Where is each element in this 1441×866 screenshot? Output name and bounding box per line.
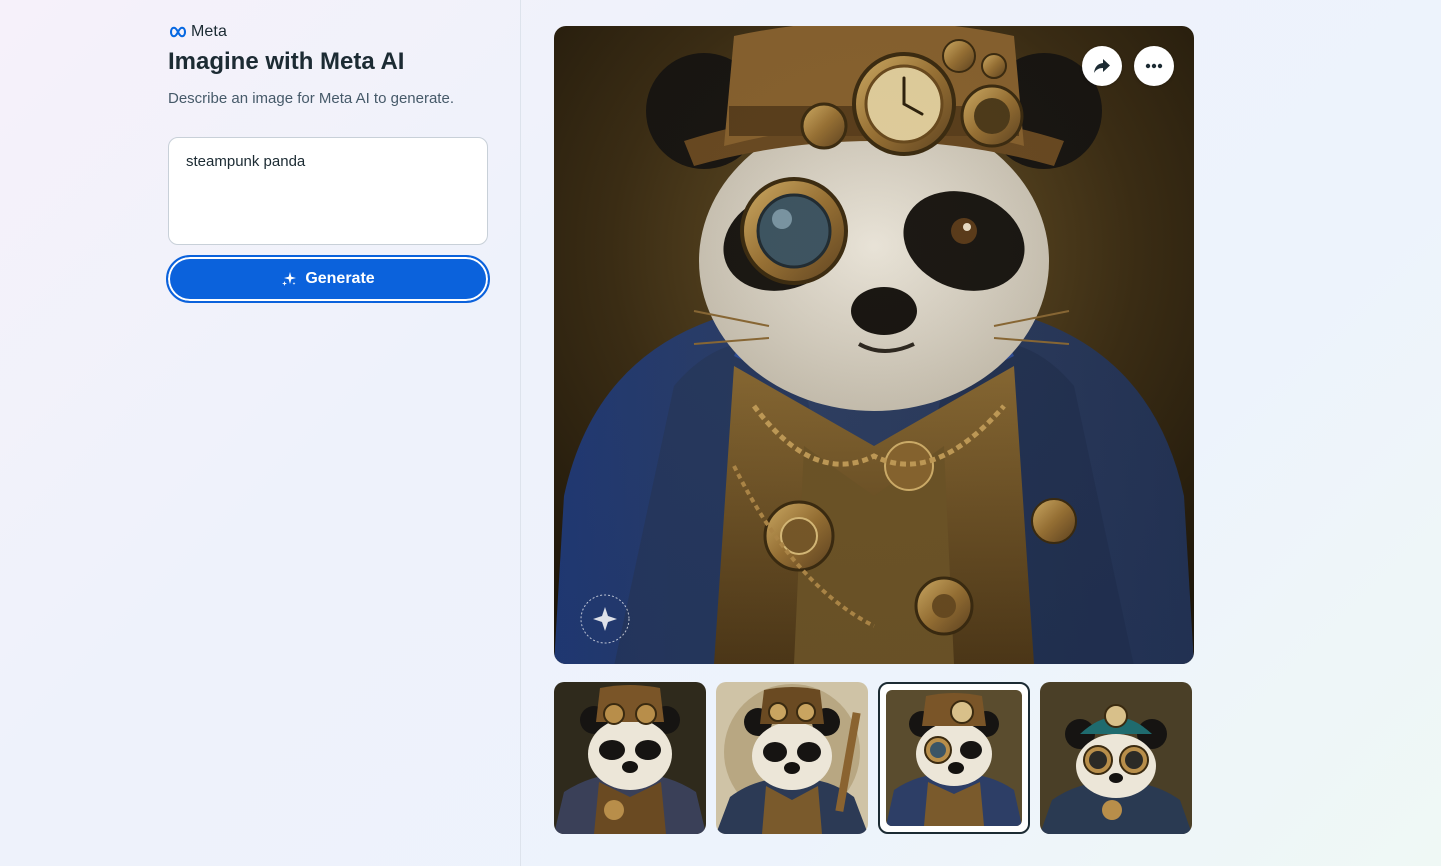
thumbnail-1[interactable] (554, 682, 706, 834)
share-arrow-icon (1094, 59, 1110, 73)
meta-logo-icon (169, 26, 187, 38)
meta-brand[interactable]: Meta (168, 23, 227, 41)
main-generated-image[interactable] (554, 26, 1194, 664)
thumbnail-4-artwork (1040, 682, 1192, 834)
thumbnail-1-artwork (554, 682, 706, 834)
steampunk-panda-artwork (554, 26, 1194, 664)
brand-name: Meta (191, 23, 227, 40)
page-title: Imagine with Meta AI (168, 48, 405, 75)
thumbnail-3[interactable] (878, 682, 1030, 834)
imagined-with-ai-watermark (580, 594, 630, 644)
left-panel: Meta Imagine with Meta AI Describe an im… (0, 0, 521, 866)
sparkle-icon (282, 272, 297, 286)
thumbnail-2[interactable] (716, 682, 868, 834)
prompt-input[interactable]: steampunk panda (168, 137, 488, 245)
generate-button[interactable]: Generate (166, 255, 490, 303)
more-options-button[interactable] (1134, 46, 1174, 86)
thumbnail-4[interactable] (1040, 682, 1192, 834)
share-button[interactable] (1082, 46, 1122, 86)
thumbnail-3-artwork (886, 690, 1022, 826)
page-subtitle: Describe an image for Meta AI to generat… (168, 90, 454, 107)
thumbnail-2-artwork (716, 682, 868, 834)
generate-button-label: Generate (305, 270, 375, 287)
more-dots-icon (1145, 63, 1163, 69)
